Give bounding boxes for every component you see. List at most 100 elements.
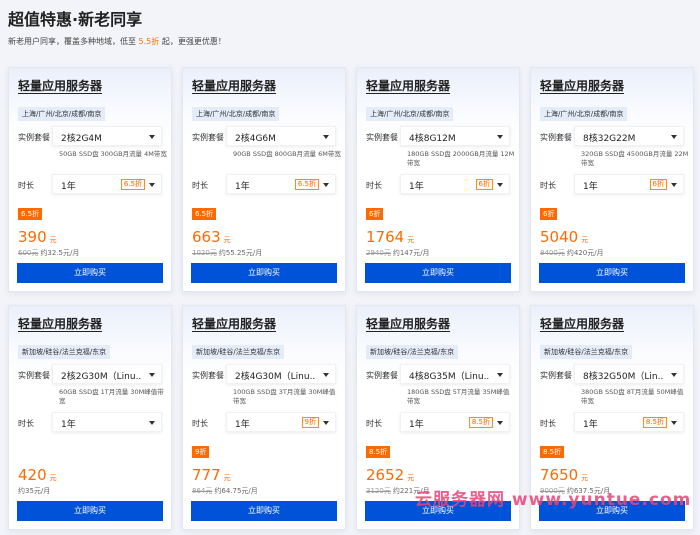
price-value: 777 <box>192 466 221 484</box>
spec-select[interactable]: 2核4G6M <box>226 126 336 146</box>
monthly-price: 约32.5元/月 <box>40 249 80 257</box>
price-value: 1764 <box>366 228 405 246</box>
spec-value: 8核32G50M（Lin... <box>583 372 663 382</box>
buy-button[interactable]: 立即购买 <box>191 501 337 521</box>
card-title: 轻量应用服务器 <box>18 79 103 93</box>
region-tag: 新加坡/硅谷/法兰克福/东京 <box>540 345 633 359</box>
spec-label: 实例套餐 <box>18 133 50 142</box>
duration-select[interactable]: 1年 8.5折 <box>400 412 510 432</box>
product-card-3: 轻量应用服务器 上海/广州/北京/成都/南京 实例套餐 4核8G12M 180G… <box>356 67 520 292</box>
chevron-down-icon <box>323 373 329 377</box>
spec-value: 4核8G12M <box>409 134 456 144</box>
price-value: 663 <box>192 228 221 246</box>
price-sub: 约35元/月 <box>18 486 50 496</box>
duration-select[interactable]: 1年 6折 <box>574 174 684 194</box>
spec-select[interactable]: 8核32G22M <box>574 126 684 146</box>
monthly-price: 约55.25元/月 <box>218 249 263 257</box>
duration-select[interactable]: 1年 8.5折 <box>574 412 684 432</box>
page-title: 超值特惠·新老同享 <box>8 10 143 29</box>
subtitle-suffix: 起，更强更优惠！ <box>159 37 226 46</box>
chevron-down-icon <box>671 135 677 139</box>
price-unit: 元 <box>581 474 589 482</box>
price-sub: 864元 约64.75元/月 <box>192 486 258 496</box>
price-value: 390 <box>18 228 47 246</box>
chevron-down-icon <box>497 183 503 187</box>
duration-label: 时长 <box>192 419 208 428</box>
duration-label: 时长 <box>366 419 382 428</box>
spec-select[interactable]: 2核2G30M（Linu... <box>52 364 162 384</box>
duration-select[interactable]: 1年 6折 <box>400 174 510 194</box>
spec-description: 180GB SSD盘 5T月流量 35M峰值带宽 <box>407 388 510 405</box>
discount-tag: 8.5折 <box>468 417 493 428</box>
chevron-down-icon <box>149 373 155 377</box>
price-unit: 元 <box>223 236 231 244</box>
price-sub: 8400元 约420元/月 <box>540 248 604 258</box>
duration-label: 时长 <box>18 181 34 190</box>
chevron-down-icon <box>323 183 329 187</box>
discount-badge: 6.5折 <box>192 208 217 220</box>
spec-description: 180GB SSD盘 2000GB月流量 12M带宽 <box>407 150 515 167</box>
chevron-down-icon <box>323 421 329 425</box>
buy-button[interactable]: 立即购买 <box>365 263 511 283</box>
duration-select[interactable]: 1年 6.5折 <box>52 174 162 194</box>
price-value: 5040 <box>540 228 579 246</box>
spec-value: 2核4G6M <box>235 134 276 144</box>
spec-description: 380GB SSD盘 8T月流量 50M峰值带宽 <box>581 388 684 405</box>
card-title: 轻量应用服务器 <box>540 79 625 93</box>
buy-button[interactable]: 立即购买 <box>191 263 337 283</box>
discount-badge: 6折 <box>540 208 558 220</box>
spec-label: 实例套餐 <box>192 133 224 142</box>
card-title: 轻量应用服务器 <box>192 79 277 93</box>
original-price: 1020元 <box>192 249 217 257</box>
page-subtitle: 新老用户同享，覆盖多种地域，低至 5.5折 起，更强更优惠！ <box>8 36 226 47</box>
price-unit: 元 <box>223 474 231 482</box>
spec-select[interactable]: 2核4G30M（Linu... <box>226 364 336 384</box>
card-title: 轻量应用服务器 <box>366 317 451 331</box>
price: 5040 元 <box>540 228 588 246</box>
discount-tag: 8.5折 <box>642 417 667 428</box>
watermark: 云服务器网 www.yuntue.com <box>415 490 692 510</box>
chevron-down-icon <box>149 421 155 425</box>
price-unit: 元 <box>407 474 415 482</box>
spec-description: 50GB SSD盘 300GB月流量 4M带宽 <box>59 150 167 158</box>
price: 420 元 <box>18 466 57 484</box>
spec-description: 100GB SSD盘 3T月流量 30M峰值带宽 <box>233 388 336 405</box>
spec-label: 实例套餐 <box>18 371 50 380</box>
spec-label: 实例套餐 <box>192 371 224 380</box>
original-price: 3120元 <box>366 487 391 495</box>
price: 1764 元 <box>366 228 414 246</box>
spec-select[interactable]: 8核32G50M（Lin... <box>574 364 684 384</box>
subtitle-prefix: 新老用户同享，覆盖多种地域，低至 <box>8 37 139 46</box>
spec-select[interactable]: 4核8G35M（Linu... <box>400 364 510 384</box>
chevron-down-icon <box>497 373 503 377</box>
price-sub: 2940元 约147元/月 <box>366 248 430 258</box>
subtitle-highlight: 5.5折 <box>138 37 160 46</box>
price: 663 元 <box>192 228 231 246</box>
buy-button[interactable]: 立即购买 <box>539 263 685 283</box>
original-price: 600元 <box>18 249 39 257</box>
duration-select[interactable]: 1年 9折 <box>226 412 336 432</box>
monthly-price: 约420元/月 <box>566 249 604 257</box>
original-price: 8400元 <box>540 249 565 257</box>
discount-badge: 9折 <box>192 446 210 458</box>
duration-value: 1年 <box>61 420 76 430</box>
price: 390 元 <box>18 228 57 246</box>
chevron-down-icon <box>671 183 677 187</box>
duration-select[interactable]: 1年 <box>52 412 162 432</box>
buy-button[interactable]: 立即购买 <box>17 501 163 521</box>
duration-select[interactable]: 1年 6.5折 <box>226 174 336 194</box>
spec-description: 90GB SSD盘 800GB月流量 6M带宽 <box>233 150 341 158</box>
spec-select[interactable]: 4核8G12M <box>400 126 510 146</box>
price-unit: 元 <box>407 236 415 244</box>
monthly-price: 约147元/月 <box>392 249 430 257</box>
discount-badge: 8.5折 <box>366 446 391 458</box>
price-unit: 元 <box>49 474 57 482</box>
spec-value: 8核32G22M <box>583 134 636 144</box>
product-card-6: 轻量应用服务器 新加坡/硅谷/法兰克福/东京 实例套餐 2核4G30M（Linu… <box>182 305 346 530</box>
original-price: 864元 <box>192 487 213 495</box>
buy-button[interactable]: 立即购买 <box>17 263 163 283</box>
spec-select[interactable]: 2核2G4M <box>52 126 162 146</box>
region-tag: 上海/广州/北京/成都/南京 <box>366 107 454 121</box>
chevron-down-icon <box>497 421 503 425</box>
region-tag: 新加坡/硅谷/法兰克福/东京 <box>366 345 459 359</box>
